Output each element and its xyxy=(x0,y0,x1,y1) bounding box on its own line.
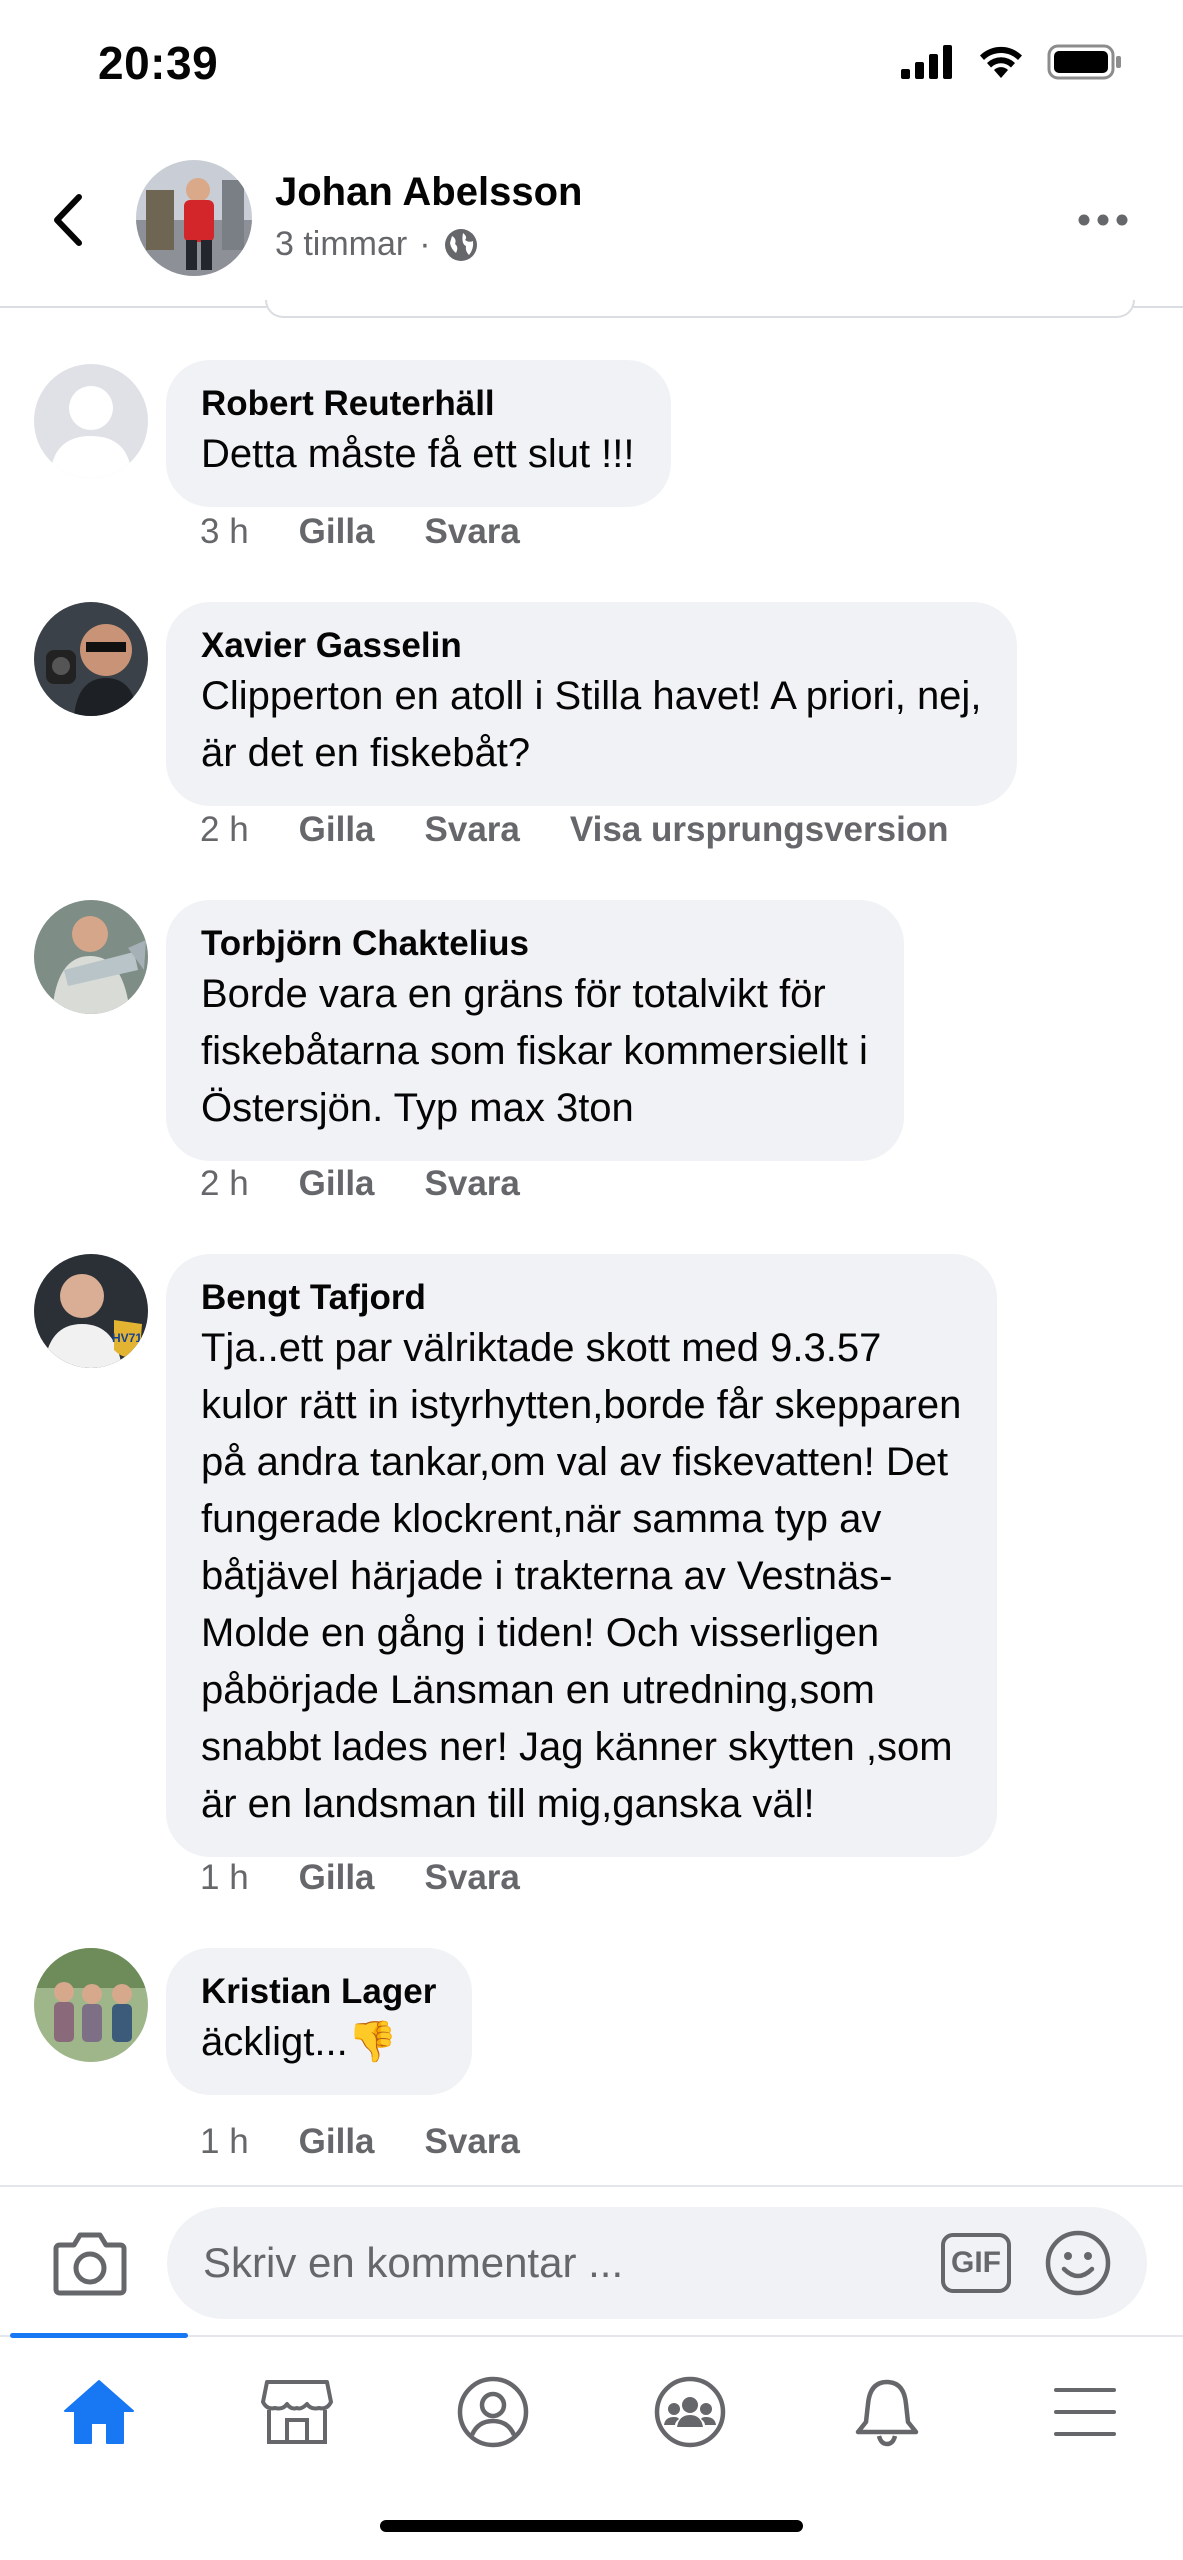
post-author-name[interactable]: Johan Abelsson xyxy=(275,170,582,215)
back-button[interactable] xyxy=(40,185,96,255)
globe-icon xyxy=(444,228,477,261)
see-original-button[interactable]: Visa ursprungsversion xyxy=(570,810,949,850)
commenter-avatar[interactable]: HV71 xyxy=(34,1254,148,1368)
more-dots-icon xyxy=(1078,214,1128,226)
author-photo xyxy=(136,160,252,276)
comment-time[interactable]: 1 h xyxy=(200,2122,249,2162)
commenter-photo: HV71 xyxy=(34,1254,148,1368)
comment-author[interactable]: Bengt Tafjord xyxy=(201,1276,961,1320)
hamburger-menu-icon xyxy=(1054,2388,1116,2436)
like-button[interactable]: Gilla xyxy=(299,1164,375,1204)
cellular-signal-icon xyxy=(901,45,952,79)
reply-button[interactable]: Svara xyxy=(425,810,520,850)
nav-groups[interactable] xyxy=(645,2367,735,2457)
gif-button[interactable]: GIF xyxy=(941,2233,1011,2293)
comment-author[interactable]: Xavier Gasselin xyxy=(201,624,981,668)
comment-author[interactable]: Kristian Lager xyxy=(201,1970,436,2014)
comment-text: Clipperton en atoll i Stilla havet! A pr… xyxy=(201,674,982,775)
comment-bubble: Kristian Lager äckligt...👎 xyxy=(166,1948,473,2095)
commenter-photo xyxy=(34,602,148,716)
commenter-avatar[interactable] xyxy=(34,602,148,716)
smiley-icon xyxy=(1045,2230,1111,2296)
commenter-avatar[interactable] xyxy=(34,900,148,1014)
status-bar: 20:39 xyxy=(0,0,1183,130)
home-icon xyxy=(64,2380,134,2444)
avatar-badge-label: HV71 xyxy=(112,1331,142,1345)
commenter-photo xyxy=(34,1948,148,2062)
comment-text: Borde vara en gräns för totalvikt för fi… xyxy=(201,972,868,1130)
status-time: 20:39 xyxy=(98,37,219,89)
reply-button[interactable]: Svara xyxy=(425,1164,520,1204)
comment-bubble: Torbjörn Chaktelius Borde vara en gräns … xyxy=(166,900,904,1161)
nav-marketplace[interactable] xyxy=(252,2367,342,2457)
comment-text: äckligt...👎 xyxy=(201,2020,398,2064)
groups-icon xyxy=(654,2376,726,2448)
comment-actions: 2 h Gilla Svara Visa ursprungsversion xyxy=(200,810,949,850)
commenter-avatar[interactable] xyxy=(34,1948,148,2062)
comment-composer: Skriv en kommentar ... GIF xyxy=(0,2185,1183,2335)
more-options-button[interactable] xyxy=(1068,200,1138,240)
like-button[interactable]: Gilla xyxy=(299,810,375,850)
status-icons xyxy=(901,44,1123,80)
post-meta: 3 timmar · xyxy=(275,225,479,264)
nav-profile[interactable] xyxy=(448,2367,538,2457)
post-time[interactable]: 3 timmar xyxy=(275,225,407,264)
profile-icon xyxy=(457,2376,529,2448)
commenter-avatar[interactable] xyxy=(34,364,148,478)
active-tab-indicator xyxy=(10,2333,188,2338)
meta-separator: · xyxy=(419,225,431,263)
post-author-avatar[interactable] xyxy=(136,160,252,276)
bell-icon xyxy=(855,2379,919,2447)
comment-bubble: Robert Reuterhäll Detta måste få ett slu… xyxy=(166,360,671,507)
comment-text: Detta måste få ett slut !!! xyxy=(201,432,635,476)
marketplace-icon xyxy=(261,2380,333,2444)
comment-input[interactable]: Skriv en kommentar ... GIF xyxy=(167,2207,1147,2319)
post-header: Johan Abelsson 3 timmar · xyxy=(0,130,1183,308)
chevron-left-icon xyxy=(54,194,82,246)
comment-text: Tja..ett par välriktade skott med 9.3.57… xyxy=(201,1326,962,1826)
camera-button[interactable] xyxy=(52,2229,128,2297)
previous-comment-edge xyxy=(265,300,1135,318)
battery-icon xyxy=(1047,44,1121,80)
comment-actions: 2 h Gilla Svara xyxy=(200,1164,520,1204)
comment-time[interactable]: 3 h xyxy=(200,512,249,552)
comment-time[interactable]: 1 h xyxy=(200,1858,249,1898)
comment-actions: 1 h Gilla Svara xyxy=(200,2122,520,2162)
like-button[interactable]: Gilla xyxy=(299,2122,375,2162)
reply-button[interactable]: Svara xyxy=(425,512,520,552)
comment-time[interactable]: 2 h xyxy=(200,810,249,850)
emoji-button[interactable] xyxy=(1044,2229,1112,2297)
comment-bubble: Bengt Tafjord Tja..ett par välriktade sk… xyxy=(166,1254,998,1857)
nav-notifications[interactable] xyxy=(842,2367,932,2457)
comment-actions: 1 h Gilla Svara xyxy=(200,1858,520,1898)
comment-time[interactable]: 2 h xyxy=(200,1164,249,1204)
home-indicator xyxy=(380,2520,803,2532)
nav-home[interactable] xyxy=(54,2367,144,2457)
comment-author[interactable]: Robert Reuterhäll xyxy=(201,382,635,426)
commenter-photo xyxy=(34,900,148,1014)
comment-author[interactable]: Torbjörn Chaktelius xyxy=(201,922,868,966)
camera-icon xyxy=(53,2232,127,2296)
reply-button[interactable]: Svara xyxy=(425,1858,520,1898)
like-button[interactable]: Gilla xyxy=(299,512,375,552)
nav-menu[interactable] xyxy=(1040,2367,1130,2457)
comment-actions: 3 h Gilla Svara xyxy=(200,512,520,552)
default-avatar-icon xyxy=(34,364,148,478)
like-button[interactable]: Gilla xyxy=(299,1858,375,1898)
comment-input-placeholder: Skriv en kommentar ... xyxy=(203,2239,624,2286)
reply-button[interactable]: Svara xyxy=(425,2122,520,2162)
comment-bubble: Xavier Gasselin Clipperton en atoll i St… xyxy=(166,602,1018,806)
wifi-icon xyxy=(980,46,1022,78)
